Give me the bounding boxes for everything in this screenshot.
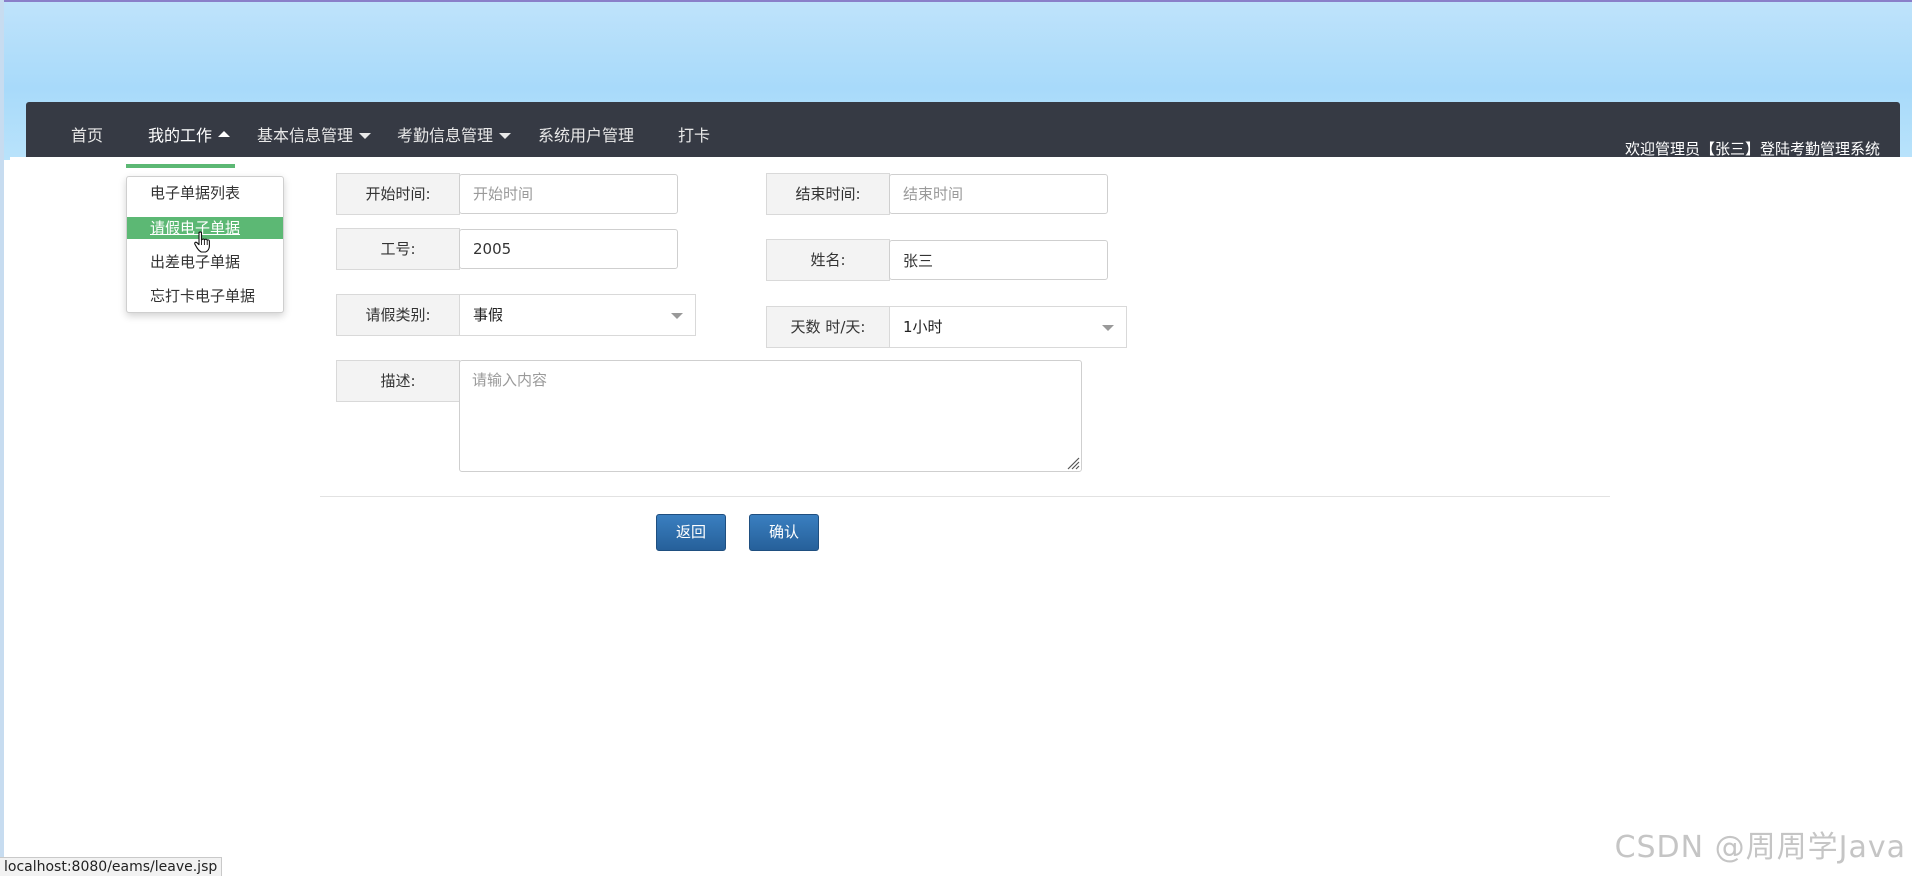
resize-grip-icon[interactable]	[1064, 454, 1080, 470]
banner-top-border	[0, 0, 1912, 2]
end-time-input[interactable]	[889, 174, 1108, 214]
start-time-input[interactable]	[459, 174, 678, 214]
left-page-edge	[0, 0, 4, 876]
active-nav-indicator	[126, 164, 235, 168]
nav-basic-info-label: 基本信息管理	[257, 126, 354, 145]
caret-down-icon	[499, 133, 512, 139]
leave-type-value: 事假	[473, 306, 504, 324]
nav-clock-in[interactable]: 打卡	[678, 102, 710, 157]
end-time-label: 结束时间:	[766, 173, 890, 215]
leave-type-label: 请假类别:	[336, 294, 460, 336]
back-button[interactable]: 返回	[656, 514, 726, 551]
nav-home[interactable]: 首页	[71, 102, 103, 157]
days-label: 天数 时/天:	[766, 306, 890, 348]
caret-down-icon	[359, 133, 372, 139]
description-label: 描述:	[336, 360, 460, 402]
nav-attendance-label: 考勤信息管理	[397, 126, 494, 145]
chevron-down-icon	[1102, 325, 1114, 331]
job-number-label: 工号:	[336, 228, 460, 270]
description-textarea[interactable]	[459, 360, 1082, 472]
csdn-watermark: CSDN @周周学Java	[1614, 830, 1906, 865]
job-number-input[interactable]	[459, 229, 678, 269]
start-time-label: 开始时间:	[336, 173, 460, 215]
menu-item-missed-punch-document[interactable]: 忘打卡电子单据	[127, 285, 283, 307]
days-select[interactable]: 1小时	[889, 306, 1127, 348]
caret-up-icon	[218, 131, 231, 137]
form-divider	[320, 496, 1610, 497]
nav-clock-in-label: 打卡	[678, 126, 711, 145]
confirm-button[interactable]: 确认	[749, 514, 819, 551]
main-navbar: 首页 我的工作 基本信息管理 考勤信息管理 系统用户管理 打卡 欢迎管理员【张三…	[26, 102, 1900, 158]
menu-item-trip-document[interactable]: 出差电子单据	[127, 251, 283, 273]
nav-attendance[interactable]: 考勤信息管理	[397, 102, 512, 157]
days-value: 1小时	[903, 318, 943, 336]
nav-system-users[interactable]: 系统用户管理	[538, 102, 634, 157]
welcome-text: 欢迎管理员【张三】登陆考勤管理系统	[1624, 140, 1880, 158]
browser-status-bar: localhost:8080/eams/leave.jsp	[0, 857, 223, 876]
nav-my-work-label: 我的工作	[148, 126, 213, 145]
hand-cursor-icon	[194, 231, 210, 253]
name-input[interactable]	[889, 240, 1108, 280]
name-label: 姓名:	[766, 239, 890, 281]
chevron-down-icon	[671, 313, 683, 319]
nav-home-label: 首页	[71, 126, 104, 145]
leave-type-select[interactable]: 事假	[459, 294, 696, 336]
menu-item-document-list[interactable]: 电子单据列表	[127, 182, 283, 204]
nav-my-work[interactable]: 我的工作	[148, 102, 231, 157]
nav-system-users-label: 系统用户管理	[538, 126, 635, 145]
nav-basic-info[interactable]: 基本信息管理	[257, 102, 372, 157]
